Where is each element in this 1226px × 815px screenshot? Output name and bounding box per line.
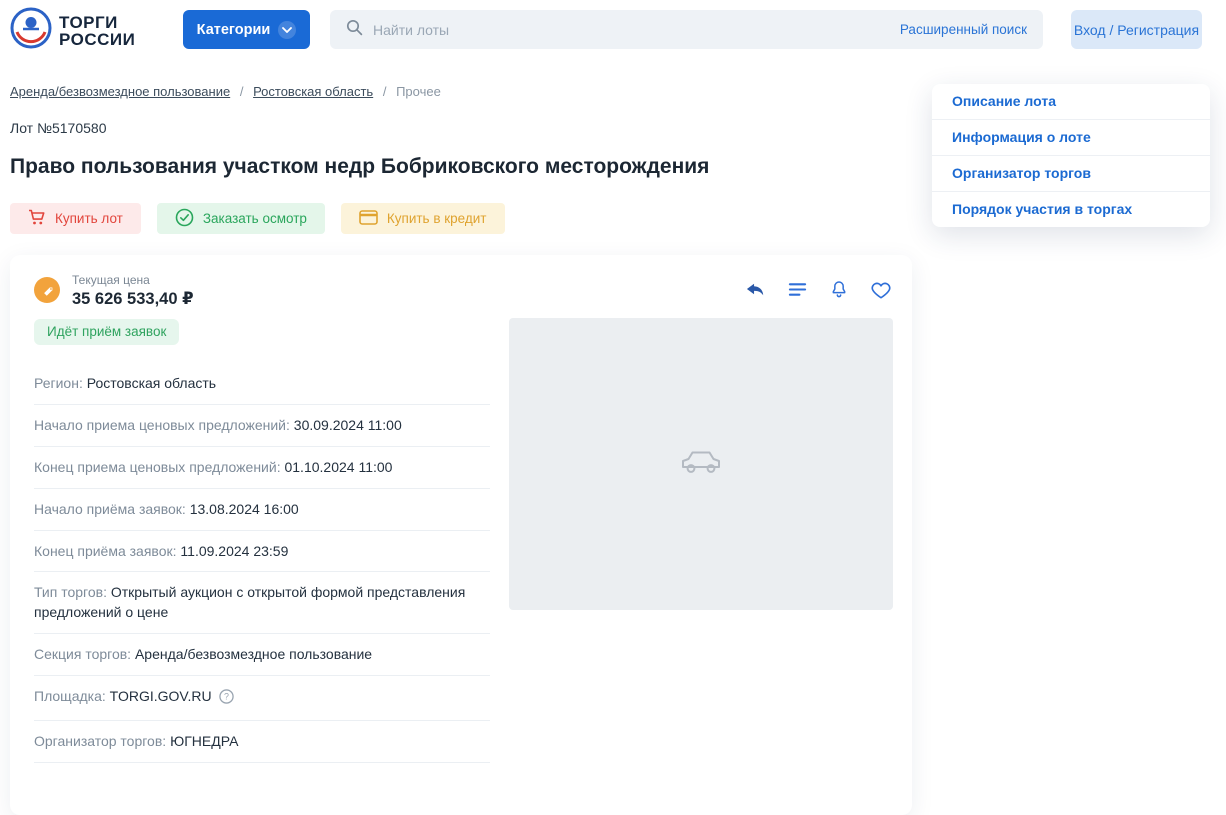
sidebar-item-organizer[interactable]: Организатор торгов [932,156,1210,192]
search-input[interactable] [373,22,890,38]
logo-emblem-icon [10,7,52,54]
bell-icon[interactable] [829,279,849,300]
lot-toolbar [744,279,892,300]
lot-card: Текущая цена 35 626 533,40 ₽ Идёт приём … [10,255,912,815]
page-title: Право пользования участком недр Бобриков… [10,155,709,179]
top-bar: ТОРГИ РОССИИ Категории Расширенный поиск… [0,0,1226,60]
site-logo[interactable]: ТОРГИ РОССИИ [10,7,135,54]
buy-lot-button[interactable]: Купить лот [10,203,141,234]
lot-details: Регион: Ростовская область Начало приема… [34,363,490,763]
breadcrumb-separator: / [383,84,387,99]
svg-text:?: ? [224,692,229,702]
sidebar-item-participation[interactable]: Порядок участия в торгах [932,192,1210,227]
breadcrumb-separator: / [240,84,244,99]
lot-number: Лот №5170580 [10,120,107,136]
categories-button[interactable]: Категории [183,10,310,49]
breadcrumb: Аренда/безвозмездное пользование / Росто… [10,84,441,99]
sidebar-item-info[interactable]: Информация о лоте [932,120,1210,156]
heart-icon[interactable] [870,280,892,300]
detail-row-region: Регион: Ростовская область [34,363,490,405]
inspection-check-icon [175,208,194,230]
advanced-search-link[interactable]: Расширенный поиск [900,22,1027,37]
car-placeholder-icon [678,446,724,483]
detail-row-auction-type: Тип торгов: Открытый аукцион с открытой … [34,572,490,634]
price-label: Текущая цена [72,273,194,287]
back-arrow-icon[interactable] [744,280,766,299]
price-block: Текущая цена 35 626 533,40 ₽ [72,273,194,309]
lot-actions: Купить лот Заказать осмотр Купить в кред… [10,203,505,234]
compare-list-icon[interactable] [787,280,808,299]
credit-card-icon [359,210,378,228]
detail-row-applications-end: Конец приёма заявок: 11.09.2024 23:59 [34,531,490,573]
chevron-down-icon [278,21,296,39]
detail-row-platform: Площадка: TORGI.GOV.RU ? [34,676,490,721]
detail-row-section: Секция торгов: Аренда/безвозмездное поль… [34,634,490,676]
breadcrumb-current: Прочее [396,84,441,99]
search-icon [346,19,363,41]
lot-image-placeholder [509,318,893,610]
detail-row-organizer: Организатор торгов: ЮГНЕДРА [34,721,490,763]
price-tag-icon [34,277,60,303]
price-value: 35 626 533,40 ₽ [72,289,194,309]
sidebar-item-description[interactable]: Описание лота [932,84,1210,120]
detail-row-bidding-end: Конец приема ценовых предложений: 01.10.… [34,447,490,489]
breadcrumb-link-region[interactable]: Ростовская область [253,84,373,99]
detail-row-bidding-start: Начало приема ценовых предложений: 30.09… [34,405,490,447]
status-badge: Идёт приём заявок [34,319,179,345]
search-bar: Расширенный поиск [330,10,1043,49]
lot-nav-card: Описание лота Информация о лоте Организа… [932,84,1210,227]
cart-icon [28,209,46,229]
order-inspection-button[interactable]: Заказать осмотр [157,203,325,234]
breadcrumb-link-category[interactable]: Аренда/безвозмездное пользование [10,84,230,99]
detail-row-applications-start: Начало приёма заявок: 13.08.2024 16:00 [34,489,490,531]
help-icon[interactable]: ? [219,689,234,710]
logo-text: ТОРГИ РОССИИ [59,14,135,48]
login-button[interactable]: Вход / Регистрация [1071,10,1202,49]
buy-on-credit-button[interactable]: Купить в кредит [341,203,505,234]
